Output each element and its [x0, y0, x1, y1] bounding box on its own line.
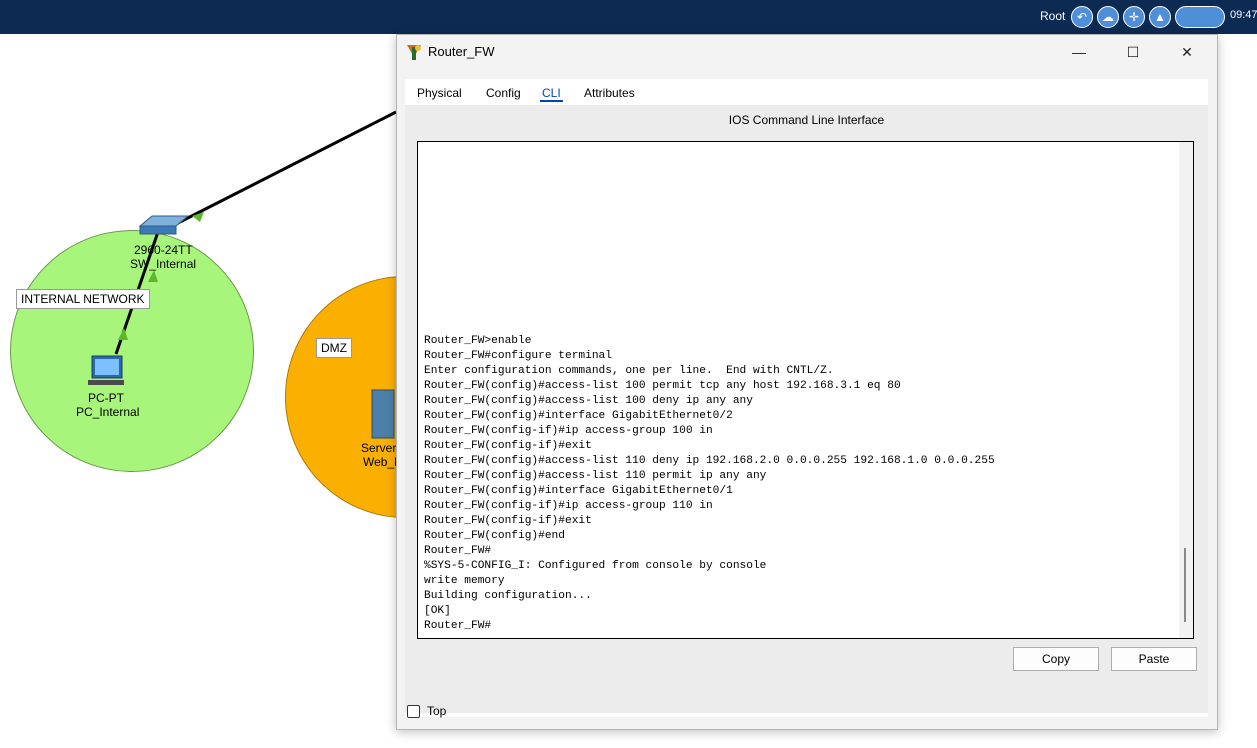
console-line: write memory [424, 575, 505, 587]
tab-physical[interactable]: Physical [417, 86, 462, 100]
image-icon[interactable]: ▲ [1149, 6, 1171, 28]
dialog-title: Router_FW [428, 44, 495, 59]
clock-readout: 09:47:0 [1230, 9, 1257, 21]
link-status-icon [148, 270, 158, 282]
clock-icon[interactable] [1175, 6, 1225, 28]
copy-button[interactable]: Copy [1013, 647, 1099, 671]
pc-model-label: PC-PT [88, 391, 124, 405]
top-checkbox[interactable] [407, 705, 420, 718]
dialog-content: Physical Config CLI Attributes IOS Comma… [405, 79, 1208, 717]
tab-bar: Physical Config CLI Attributes [405, 79, 1208, 105]
console-line: [OK] [424, 605, 451, 617]
console-line: Router_FW# [424, 545, 492, 557]
console-line: Router_FW>enable [424, 335, 532, 347]
top-toolbar: Root ↶ ☁ ✛ ▲ 09:47:0 [0, 0, 1257, 34]
console-line: Router_FW(config)#interface GigabitEther… [424, 485, 733, 497]
cli-console[interactable]: Router_FW>enable Router_FW#configure term… [417, 141, 1194, 639]
console-line: Router_FW(config-if)#exit [424, 440, 592, 452]
network-links [88, 110, 397, 439]
console-line: Router_FW(config-if)#ip access-group 110… [424, 500, 713, 512]
router-app-icon [407, 45, 421, 60]
console-line: Router_FW(config)#end [424, 530, 565, 542]
switch-icon[interactable] [138, 215, 190, 235]
pc-name-label: PC_Internal [76, 405, 140, 419]
close-button[interactable]: ✕ [1167, 35, 1207, 69]
move-icon[interactable]: ✛ [1123, 6, 1145, 28]
console-output: Router_FW>enable Router_FW#configure term… [424, 334, 995, 634]
pc-icon[interactable] [88, 355, 124, 385]
paste-button[interactable]: Paste [1111, 647, 1197, 671]
tab-attributes[interactable]: Attributes [584, 86, 635, 100]
console-line: Router_FW#configure terminal [424, 350, 612, 362]
cloud-icon[interactable]: ☁ [1097, 6, 1119, 28]
switch-name-label: SW_Internal [130, 257, 197, 271]
switch-model-label: 2960-24TT [134, 243, 193, 257]
console-scrollbar[interactable] [1179, 142, 1193, 638]
console-line: Router_FW(config)#access-list 100 permit… [424, 380, 901, 392]
minimize-button[interactable]: — [1059, 35, 1099, 69]
server-name-label: Web_D [363, 455, 396, 469]
dialog-titlebar[interactable]: Router_FW — ☐ ✕ [397, 35, 1217, 69]
cli-panel: IOS Command Line Interface Router_FW>ena… [405, 105, 1208, 713]
console-line: %SYS-5-CONFIG_I: Configured from console… [424, 560, 767, 572]
console-line: Router_FW# [424, 620, 492, 632]
console-scroll-thumb[interactable] [1184, 548, 1186, 622]
console-line: Router_FW(config)#access-list 110 deny i… [424, 455, 995, 467]
console-line: Router_FW(config-if)#ip access-group 100… [424, 425, 713, 437]
console-line: Router_FW(config)#access-list 100 deny i… [424, 395, 753, 407]
zone-dmz-label: DMZ [316, 338, 352, 358]
tab-cli[interactable]: CLI [540, 86, 563, 102]
panel-title: IOS Command Line Interface [728, 113, 885, 127]
root-label: Root [1040, 9, 1066, 23]
link-switch-router[interactable] [171, 110, 397, 228]
top-checkbox-label: Top [427, 704, 447, 718]
zone-internal-label: INTERNAL NETWORK [16, 289, 150, 309]
console-line: Enter configuration commands, one per li… [424, 365, 834, 377]
console-line: Router_FW(config)#interface GigabitEther… [424, 410, 733, 422]
undo-icon[interactable]: ↶ [1071, 6, 1093, 28]
console-line: Building configuration... [424, 590, 592, 602]
server-model-label: Server [361, 441, 396, 455]
server-icon[interactable] [371, 389, 395, 439]
tab-config[interactable]: Config [486, 86, 521, 100]
console-line: Router_FW(config)#access-list 110 permit… [424, 470, 767, 482]
maximize-button[interactable]: ☐ [1113, 35, 1153, 69]
console-line: Router_FW(config-if)#exit [424, 515, 592, 527]
router-dialog[interactable]: Router_FW — ☐ ✕ Physical Config CLI Attr… [396, 34, 1218, 730]
